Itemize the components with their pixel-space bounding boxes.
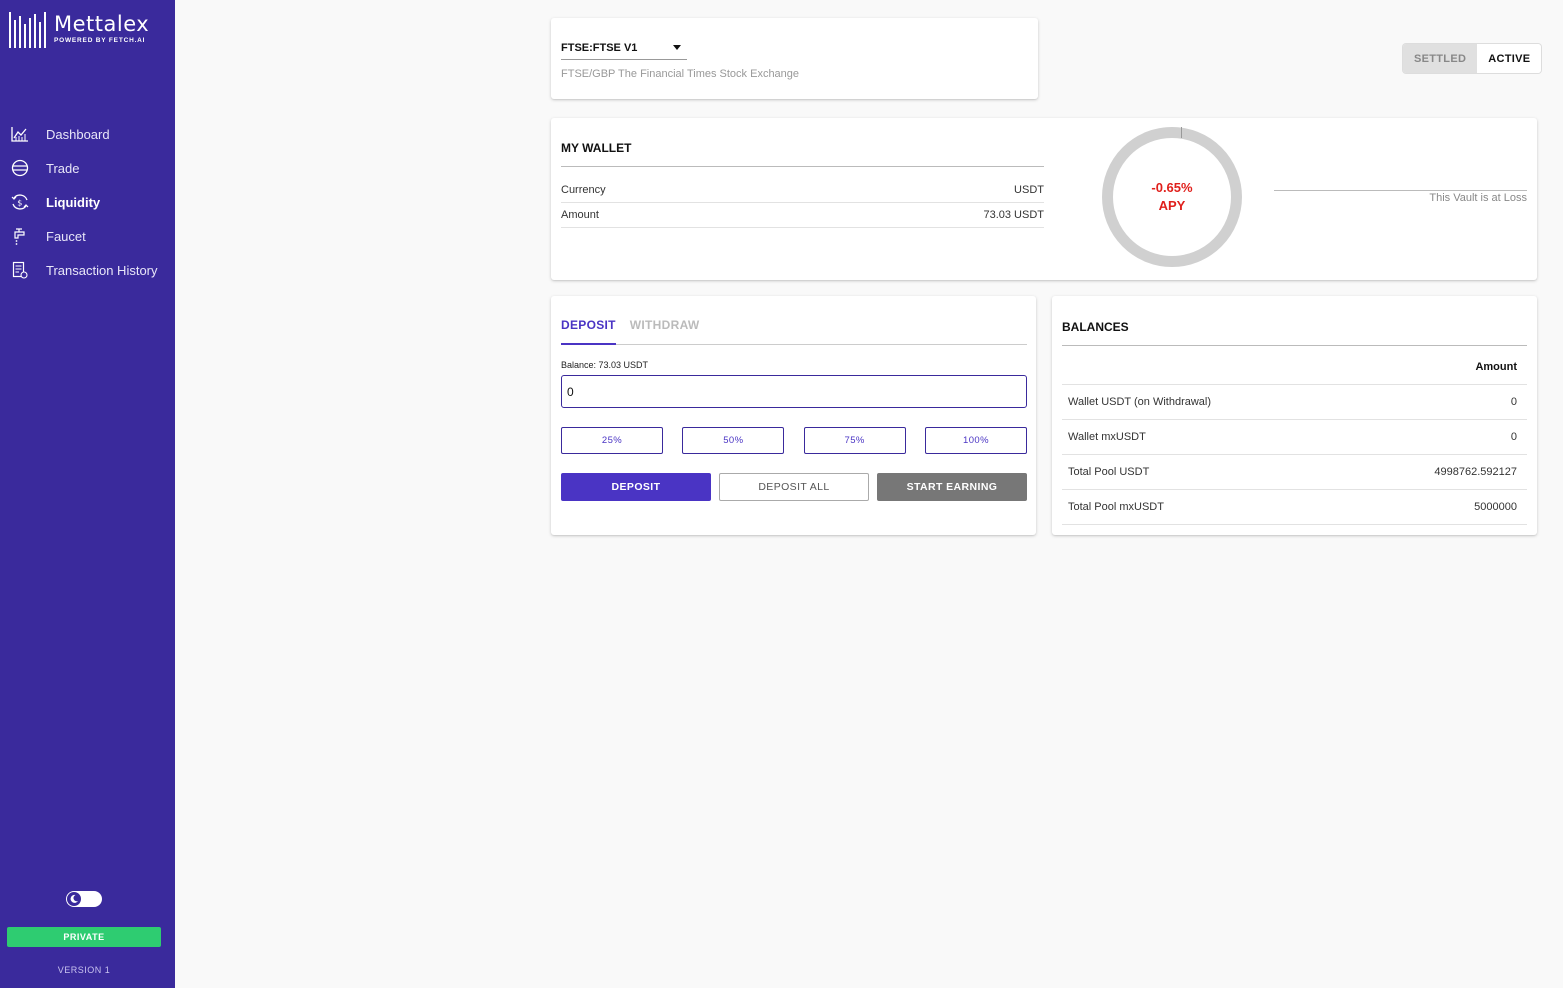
chevron-down-icon (673, 45, 681, 50)
faucet-icon (10, 226, 30, 246)
status-toggle: SETTLED ACTIVE (1403, 44, 1542, 73)
sidebar-nav: Dashboard Trade $ Liquidity Faucet Trans… (0, 117, 175, 287)
balance-row-label: Wallet USDT (on Withdrawal) (1068, 396, 1212, 408)
chart-icon (10, 124, 30, 144)
settled-button[interactable]: SETTLED (1403, 44, 1478, 73)
sidebar-item-transaction-history[interactable]: Transaction History (0, 253, 175, 287)
liquidity-icon: $ (10, 192, 30, 212)
tab-withdraw[interactable]: WITHDRAW (630, 316, 700, 344)
divider (1062, 345, 1527, 346)
wallet-row-amount: Amount 73.03 USDT (561, 203, 1044, 228)
balance-row-label: Wallet mxUSDT (1068, 431, 1146, 443)
wallet-row-value: 73.03 USDT (983, 209, 1044, 221)
amount-column-header: Amount (1475, 361, 1517, 373)
balance-row-value: 4998762.592127 (1434, 466, 1517, 478)
sidebar: Mettalex POWERED BY FETCH.AI Dashboard T… (0, 0, 175, 988)
wallet-row-value: USDT (1014, 184, 1044, 196)
wallet-card: MY WALLET Currency USDT Amount 73.03 USD… (551, 118, 1537, 280)
version-label: VERSION 1 (57, 965, 111, 975)
sidebar-item-faucet[interactable]: Faucet (0, 219, 175, 253)
deposit-card: DEPOSIT WITHDRAW Balance: 73.03 USDT 25%… (551, 296, 1036, 535)
balance-label: Balance: 73.03 USDT (561, 360, 649, 370)
market-description: FTSE/GBP The Financial Times Stock Excha… (561, 68, 800, 80)
divider (1274, 190, 1527, 191)
balance-row-value: 0 (1510, 431, 1517, 443)
balance-row-label: Total Pool mxUSDT (1068, 501, 1164, 513)
wallet-title: MY WALLET (561, 141, 632, 155)
sidebar-item-liquidity[interactable]: $ Liquidity (0, 185, 175, 219)
market-select[interactable]: FTSE:FTSE V1 (561, 36, 687, 60)
brand-tagline: POWERED BY FETCH.AI (54, 37, 146, 44)
balance-row-value: 0 (1510, 396, 1517, 408)
sidebar-item-label: Dashboard (46, 126, 110, 142)
logo-bars-icon (9, 12, 46, 48)
sidebar-item-label: Transaction History (46, 262, 158, 278)
brand-name: Mettalex (54, 12, 150, 36)
wallet-row-currency: Currency USDT (561, 178, 1044, 203)
deposit-button[interactable]: DEPOSIT (561, 473, 711, 501)
tab-deposit[interactable]: DEPOSIT (561, 316, 616, 345)
vault-status-text: This Vault is at Loss (1429, 192, 1527, 204)
history-icon (10, 260, 30, 280)
svg-text:$: $ (17, 198, 22, 207)
trade-icon (10, 158, 30, 178)
apy-ring: -0.65% APY (1102, 127, 1242, 267)
sidebar-item-label: Liquidity (46, 194, 101, 210)
deposit-tabs: DEPOSIT WITHDRAW (561, 316, 1027, 345)
percent-buttons: 25% 50% 75% 100% (561, 427, 1027, 454)
percent-75-button[interactable]: 75% (803, 427, 906, 454)
amount-input[interactable] (561, 375, 1027, 408)
table-row: Total Pool USDT 4998762.592127 (1062, 455, 1527, 490)
private-badge: PRIVATE (7, 927, 161, 947)
sidebar-item-trade[interactable]: Trade (0, 151, 175, 185)
deposit-all-button[interactable]: DEPOSIT ALL (719, 473, 869, 501)
table-row: Total Pool mxUSDT 5000000 (1062, 490, 1527, 525)
wallet-row-label: Currency (561, 184, 606, 196)
apy-label: APY (1158, 198, 1186, 213)
market-card: FTSE:FTSE V1 FTSE/GBP The Financial Time… (551, 18, 1038, 99)
moon-icon (67, 892, 81, 906)
percent-50-button[interactable]: 50% (682, 427, 785, 454)
balance-row-label: Total Pool USDT (1068, 466, 1150, 478)
table-row: Wallet USDT (on Withdrawal) 0 (1062, 385, 1527, 420)
balances-card: BALANCES Amount Wallet USDT (on Withdraw… (1052, 296, 1537, 535)
table-row: Wallet mxUSDT 0 (1062, 420, 1527, 455)
percent-100-button[interactable]: 100% (924, 427, 1027, 454)
apy-value: -0.65% (1151, 180, 1193, 195)
sidebar-item-dashboard[interactable]: Dashboard (0, 117, 175, 151)
percent-25-button[interactable]: 25% (561, 427, 663, 454)
brand-logo[interactable]: Mettalex POWERED BY FETCH.AI (9, 12, 149, 48)
theme-toggle[interactable] (66, 891, 102, 907)
sidebar-item-label: Faucet (46, 228, 86, 244)
balances-header: Amount (1062, 350, 1527, 385)
active-button[interactable]: ACTIVE (1477, 44, 1542, 73)
balances-title: BALANCES (1062, 320, 1129, 334)
action-buttons: DEPOSIT DEPOSIT ALL START EARNING (561, 473, 1027, 501)
market-select-value: FTSE:FTSE V1 (561, 41, 638, 54)
balance-row-value: 5000000 (1474, 501, 1517, 513)
divider (561, 166, 1044, 167)
wallet-row-label: Amount (561, 209, 599, 221)
apy-ring-tick (1181, 127, 1182, 138)
sidebar-item-label: Trade (46, 160, 80, 176)
start-earning-button[interactable]: START EARNING (877, 473, 1027, 501)
